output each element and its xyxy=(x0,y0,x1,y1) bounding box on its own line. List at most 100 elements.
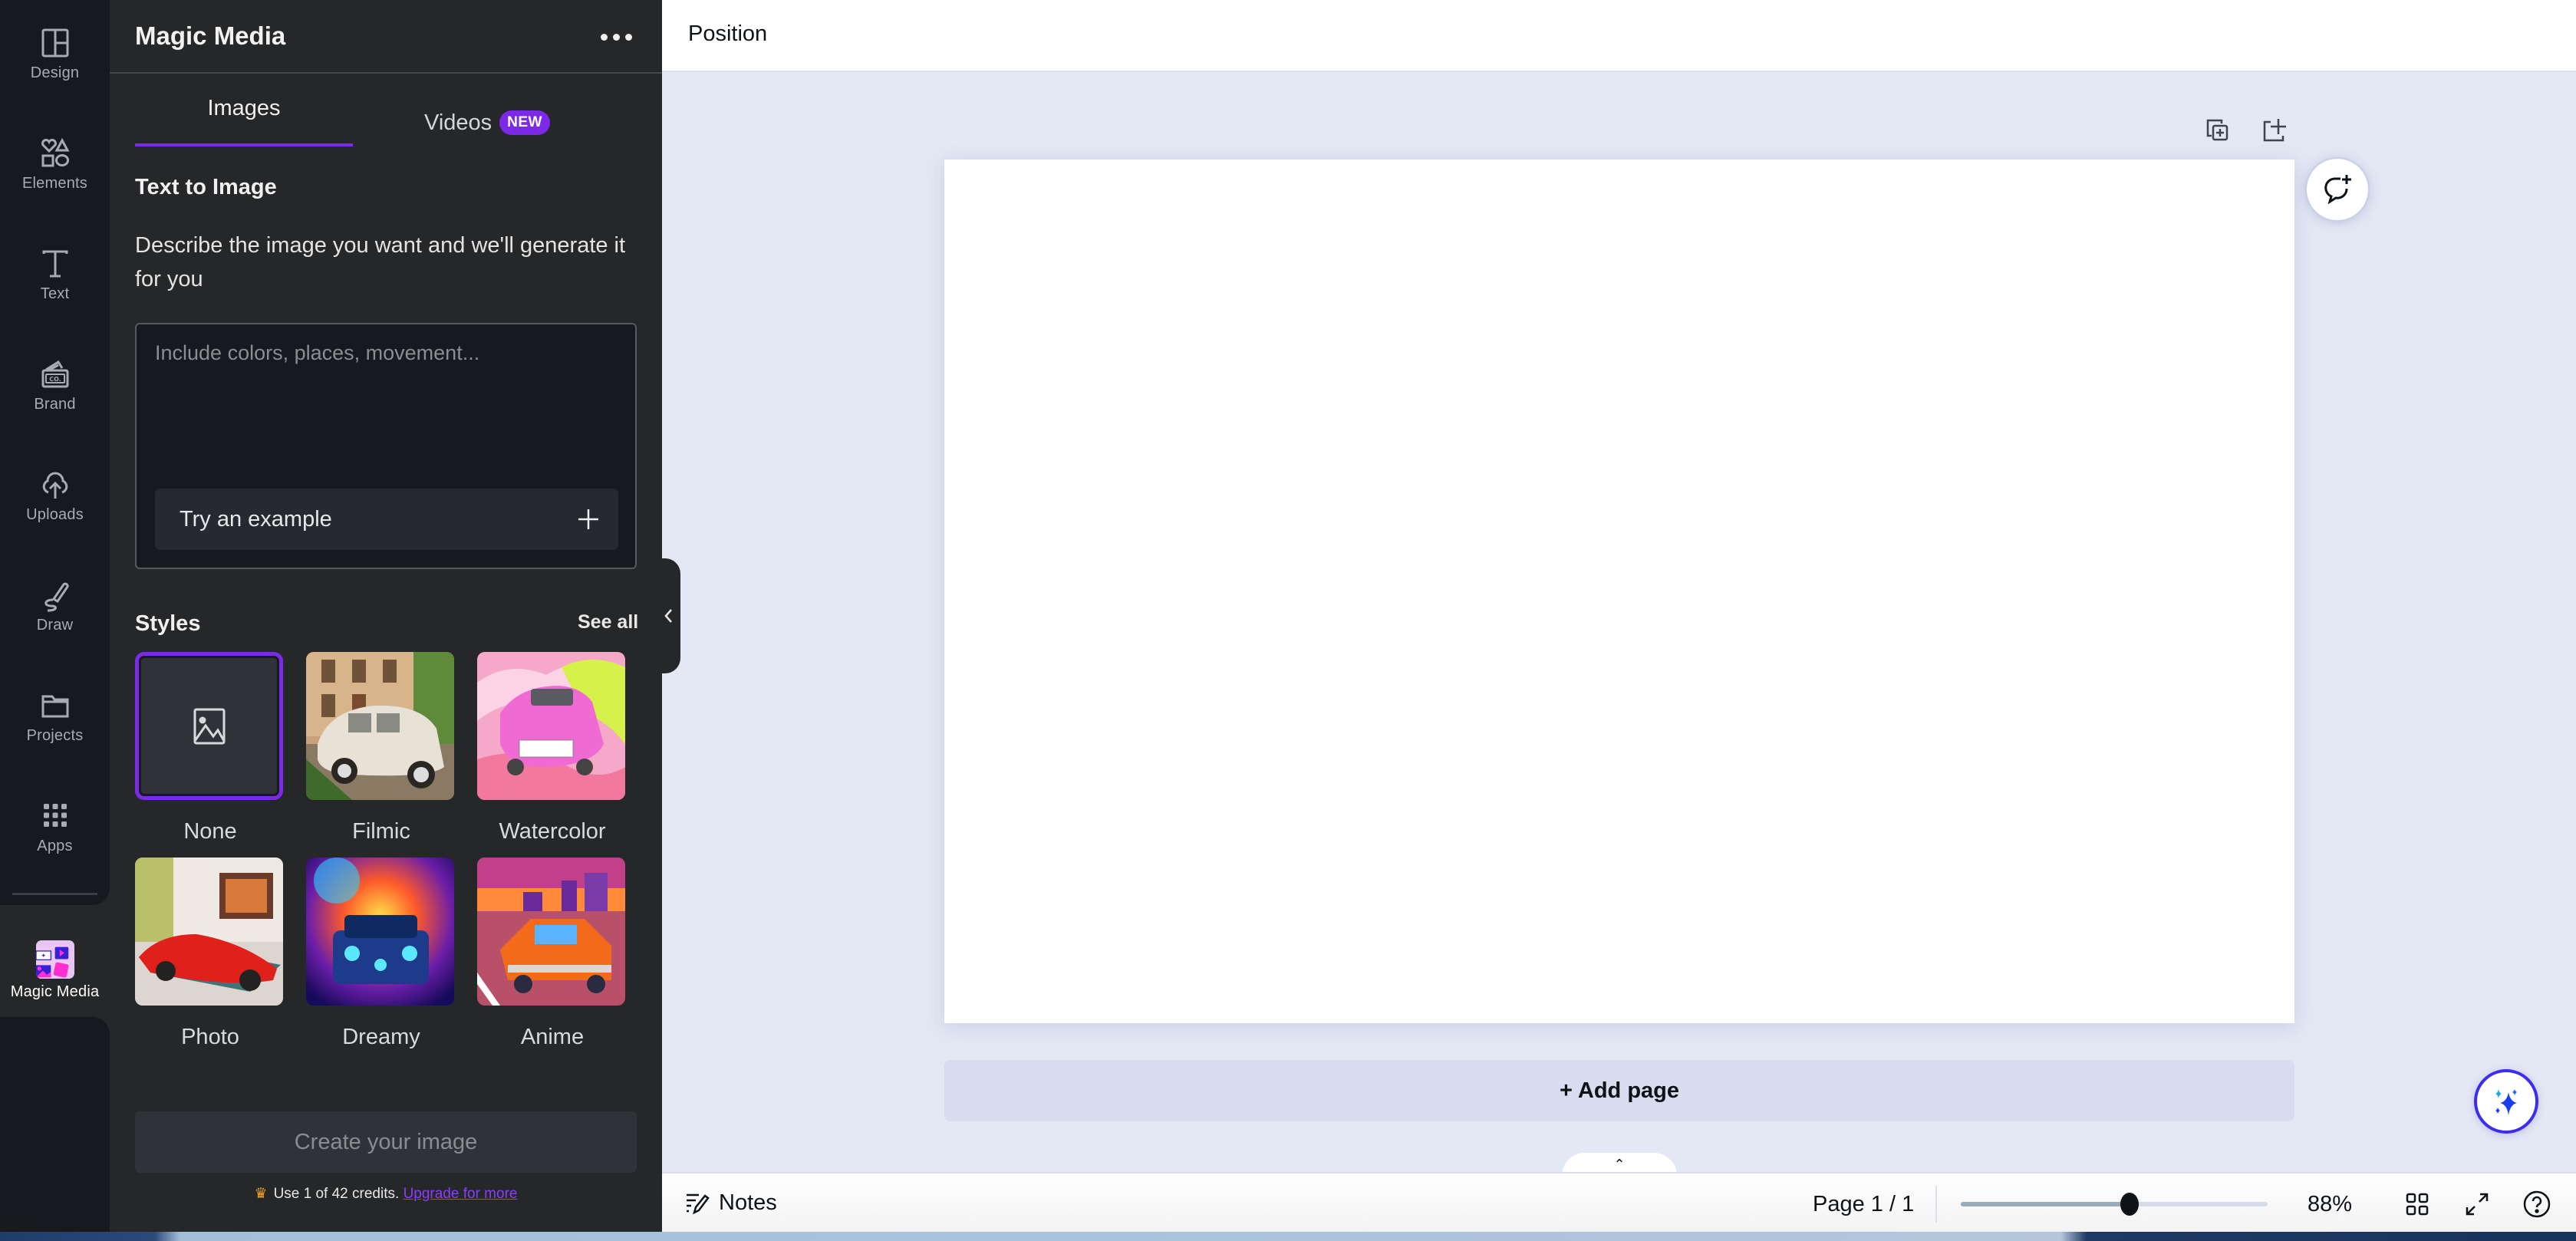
panel-title: Magic Media xyxy=(135,21,286,50)
help-button[interactable] xyxy=(2522,1189,2552,1220)
more-options-button[interactable] xyxy=(593,21,639,52)
design-icon xyxy=(41,28,68,58)
upgrade-link[interactable]: Upgrade for more xyxy=(404,1186,518,1202)
rail-item-label: Projects xyxy=(26,727,84,744)
tab-images[interactable]: Images xyxy=(135,96,353,150)
style-card-dreamy[interactable]: Dreamy xyxy=(306,858,456,1049)
prompt-input[interactable] xyxy=(155,341,615,456)
magic-assistant-button[interactable] xyxy=(2474,1069,2538,1134)
rail-item-label: Text xyxy=(40,285,70,302)
try-example-label: Try an example xyxy=(180,506,332,532)
try-example-button[interactable]: Try an example xyxy=(155,489,618,550)
style-thumbnail-watercolor xyxy=(477,652,625,800)
style-card-filmic[interactable]: Filmic xyxy=(306,652,456,844)
rail-divider xyxy=(12,893,97,895)
section-title-text-to-image: Text to Image xyxy=(135,175,277,199)
rail-item-elements[interactable]: Elements xyxy=(0,132,110,224)
svg-text:✦: ✦ xyxy=(41,953,46,960)
add-page-icon-button[interactable] xyxy=(2261,117,2287,143)
plus-icon xyxy=(578,509,598,529)
design-page[interactable] xyxy=(944,160,2294,1023)
active-tab-indicator xyxy=(135,143,353,146)
bottom-bar: Notes Page 1 / 1 88% xyxy=(662,1172,2576,1232)
rail-item-label: Elements xyxy=(22,175,87,192)
style-label: Watercolor xyxy=(499,819,606,844)
duplicate-page-icon xyxy=(2206,119,2228,141)
page-indicator[interactable]: Page 1 / 1 xyxy=(1813,1192,1914,1217)
style-thumbnail-anime xyxy=(477,858,625,1006)
crown-icon: ♛ xyxy=(254,1186,268,1202)
elements-icon xyxy=(41,137,70,167)
style-card-none[interactable]: None xyxy=(135,652,285,844)
chevron-left-icon xyxy=(664,609,672,623)
zoom-fill xyxy=(1961,1202,2130,1206)
zoom-level[interactable]: 88% xyxy=(2308,1192,2352,1217)
rail-item-apps[interactable]: Apps xyxy=(0,795,110,887)
left-rail: Design Elements Text CO. Brand Uploads D… xyxy=(0,0,110,1232)
tab-label: Videos xyxy=(424,110,492,135)
duplicate-page-button[interactable] xyxy=(2204,117,2230,143)
chevron-up-icon: ⌃ xyxy=(1613,1156,1626,1172)
magic-media-panel: Magic Media Images Videos NEW Text to Im… xyxy=(110,0,662,1232)
create-image-button[interactable]: Create your image xyxy=(135,1111,637,1173)
see-all-link[interactable]: See all xyxy=(578,611,638,634)
style-thumbnail-photo xyxy=(135,858,283,1006)
rail-item-projects[interactable]: Projects xyxy=(0,684,110,776)
panel-divider xyxy=(110,72,662,74)
rail-item-design[interactable]: Design xyxy=(0,21,110,114)
magic-media-icon: ✦ xyxy=(35,940,74,979)
style-thumbnail xyxy=(135,652,283,800)
sparkle-icon xyxy=(2495,1089,2517,1115)
style-card-anime[interactable]: Anime xyxy=(477,858,628,1049)
style-label: Dreamy xyxy=(342,1025,420,1049)
svg-text:CO.: CO. xyxy=(49,376,61,383)
brand-icon: CO. xyxy=(41,360,68,388)
style-thumbnail-filmic xyxy=(306,652,454,800)
collapse-panel-handle[interactable] xyxy=(656,558,680,673)
bottom-bar-divider xyxy=(1935,1186,1937,1223)
add-comment-button[interactable] xyxy=(2307,159,2368,220)
desktop-background xyxy=(0,1232,2576,1241)
zoom-thumb[interactable] xyxy=(2120,1193,2139,1216)
rail-item-draw[interactable]: Draw xyxy=(0,574,110,666)
apps-icon xyxy=(43,804,67,827)
rail-item-uploads[interactable]: Uploads xyxy=(0,463,110,555)
help-icon xyxy=(2523,1190,2551,1218)
comment-plus-icon xyxy=(2324,175,2351,205)
notes-label: Notes xyxy=(719,1190,777,1215)
style-label: None xyxy=(183,819,237,844)
uploads-icon xyxy=(42,472,68,499)
rail-item-label: Magic Media xyxy=(10,983,100,1000)
credits-info: ♛ Use 1 of 42 credits. Upgrade for more xyxy=(110,1185,662,1203)
zoom-slider[interactable] xyxy=(1961,1193,2268,1216)
styles-title: Styles xyxy=(135,611,201,636)
notes-button[interactable]: Notes xyxy=(685,1190,777,1216)
projects-icon xyxy=(41,695,68,718)
add-page-icon xyxy=(2263,119,2286,142)
rail-item-brand[interactable]: CO. Brand xyxy=(0,353,110,445)
credits-text: Use 1 of 42 credits. xyxy=(273,1186,400,1202)
rail-item-label: Uploads xyxy=(26,506,84,523)
style-card-photo[interactable]: Photo xyxy=(135,858,285,1049)
style-label: Filmic xyxy=(352,819,410,844)
rail-item-label: Design xyxy=(30,64,80,81)
style-card-watercolor[interactable]: Watercolor xyxy=(477,652,628,844)
grid-view-icon xyxy=(2406,1193,2429,1216)
rail-item-label: Brand xyxy=(34,396,76,413)
fullscreen-button[interactable] xyxy=(2462,1189,2492,1220)
app-window: Design Elements Text CO. Brand Uploads D… xyxy=(0,0,2576,1232)
position-button[interactable]: Position xyxy=(688,21,767,47)
rail-item-magic-media[interactable]: ✦ Magic Media xyxy=(0,905,110,1017)
new-badge: NEW xyxy=(499,110,550,135)
rail-item-text[interactable]: Text xyxy=(0,242,110,334)
image-placeholder-icon xyxy=(193,708,225,744)
rail-item-label: Draw xyxy=(36,617,74,634)
page-tools xyxy=(2204,117,2287,143)
grid-view-button[interactable] xyxy=(2402,1189,2433,1220)
draw-icon xyxy=(44,582,69,612)
notes-icon xyxy=(687,1193,710,1214)
style-thumbnail-dreamy xyxy=(306,858,454,1006)
tab-videos[interactable]: Videos NEW xyxy=(424,96,578,150)
text-icon xyxy=(42,250,68,278)
add-page-button[interactable]: + Add page xyxy=(944,1060,2294,1121)
